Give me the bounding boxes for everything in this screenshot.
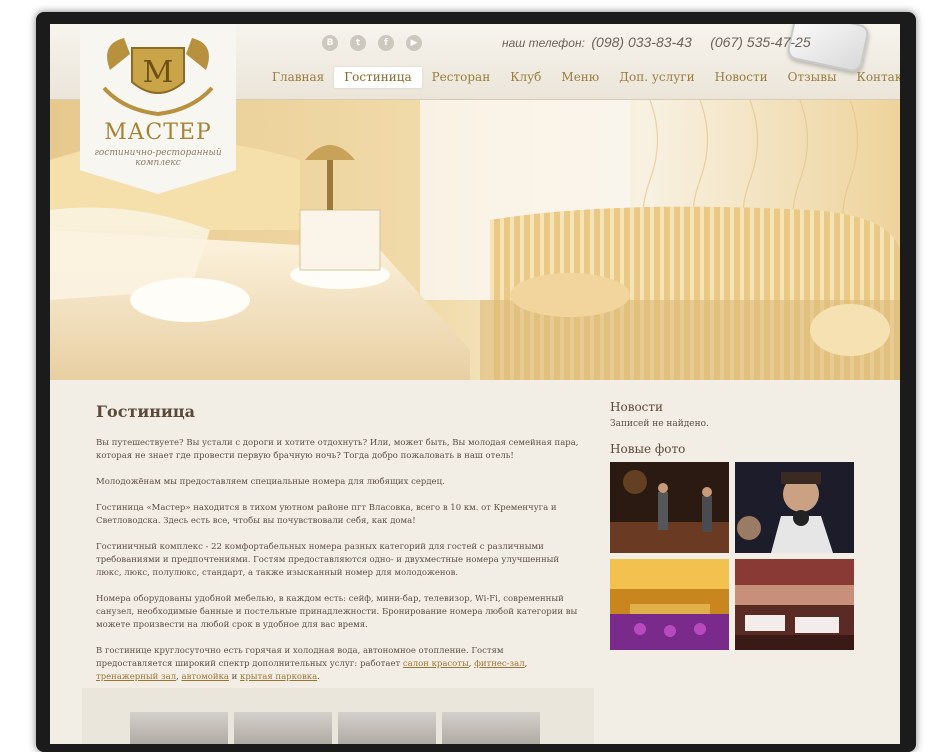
logo-title: МАСТЕР <box>104 120 212 145</box>
photo-thumbnail[interactable] <box>735 559 854 650</box>
main-content: Гостиница Вы путешествуете? Вы устали с … <box>96 402 582 697</box>
nav-item-extra-services[interactable]: Доп. услуги <box>609 67 704 88</box>
paragraph-location: Гостиница «Мастер» находится в тихом уют… <box>96 503 557 526</box>
nav-item-menu[interactable]: Меню <box>551 67 609 88</box>
facebook-icon[interactable]: f <box>378 35 394 51</box>
separator: , <box>468 659 472 669</box>
sidebar: Новости Записей не найдено. Новые фото <box>610 400 854 650</box>
nav-item-club[interactable]: Клуб <box>500 67 551 88</box>
news-empty-message: Записей не найдено. <box>610 419 709 429</box>
building-gallery <box>82 688 594 744</box>
photo-thumbnail[interactable] <box>735 462 854 553</box>
paragraph-services: В гостинице круглосуточно есть горячая и… <box>96 645 582 684</box>
photo-thumbnail[interactable] <box>610 559 729 650</box>
svg-text:М: М <box>143 55 174 90</box>
page: B t f ▶ наш телефон: (098) 033-83-43 (06… <box>50 24 900 744</box>
nav-item-reviews[interactable]: Отзывы <box>778 67 847 88</box>
paragraph-newlyweds: Молодожёнам мы предоставляем специальные… <box>96 477 445 487</box>
link-fitness[interactable]: фитнес-зал <box>474 659 524 669</box>
nav-item-contacts[interactable]: Контакты <box>847 67 900 88</box>
phone-label: наш телефон: <box>502 36 585 50</box>
building-thumbnail[interactable] <box>234 712 332 744</box>
building-thumbnail[interactable] <box>130 712 228 744</box>
page-title: Гостиница <box>96 402 196 421</box>
photos-heading: Новые фото <box>610 442 686 456</box>
twitter-icon[interactable]: t <box>350 35 366 51</box>
building-thumbnail[interactable] <box>442 712 540 744</box>
logo-subtitle: гостинично-ресторанный комплекс <box>94 148 222 168</box>
nav-item-home[interactable]: Главная <box>262 67 334 88</box>
separator: , <box>176 672 179 682</box>
link-beauty-salon[interactable]: салон красоты <box>403 659 469 669</box>
phone-number-2: (067) 535-47-25 <box>710 34 811 50</box>
separator: . <box>317 672 320 682</box>
nav-item-hotel[interactable]: Гостиница <box>334 67 422 88</box>
nav-item-restaurant[interactable]: Ресторан <box>422 67 501 88</box>
logo-crest-icon: М <box>102 38 214 117</box>
youtube-icon[interactable]: ▶ <box>406 35 422 51</box>
separator: , <box>524 659 528 669</box>
social-links: B t f ▶ <box>322 35 422 51</box>
main-nav: Главная Гостиница Ресторан Клуб Меню Доп… <box>262 67 900 88</box>
link-parking[interactable]: крытая парковка <box>240 672 317 682</box>
news-heading: Новости <box>610 400 664 414</box>
link-gym[interactable]: тренажерный зал <box>96 672 176 682</box>
separator: и <box>231 672 238 682</box>
phone-number-1: (098) 033-83-43 <box>591 34 692 50</box>
site-logo[interactable]: М МАСТЕР гостинично-ресторанный комплекс <box>80 24 236 194</box>
vkontakte-icon[interactable]: B <box>322 35 338 51</box>
paragraph-intro: Вы путешествуете? Вы устали с дороги и х… <box>96 438 579 461</box>
photo-thumbnail[interactable] <box>610 462 729 553</box>
paragraph-rooms: Гостиничный комплекс - 22 комфортабельны… <box>96 542 560 578</box>
building-thumbnail[interactable] <box>338 712 436 744</box>
phone-numbers: наш телефон: (098) 033-83-43 (067) 535-4… <box>502 34 811 52</box>
photo-grid <box>610 462 854 650</box>
link-car-wash[interactable]: автомойка <box>182 672 229 682</box>
paragraph-amenities: Номера оборудованы удобной мебелью, в ка… <box>96 594 578 630</box>
nav-item-news[interactable]: Новости <box>705 67 778 88</box>
